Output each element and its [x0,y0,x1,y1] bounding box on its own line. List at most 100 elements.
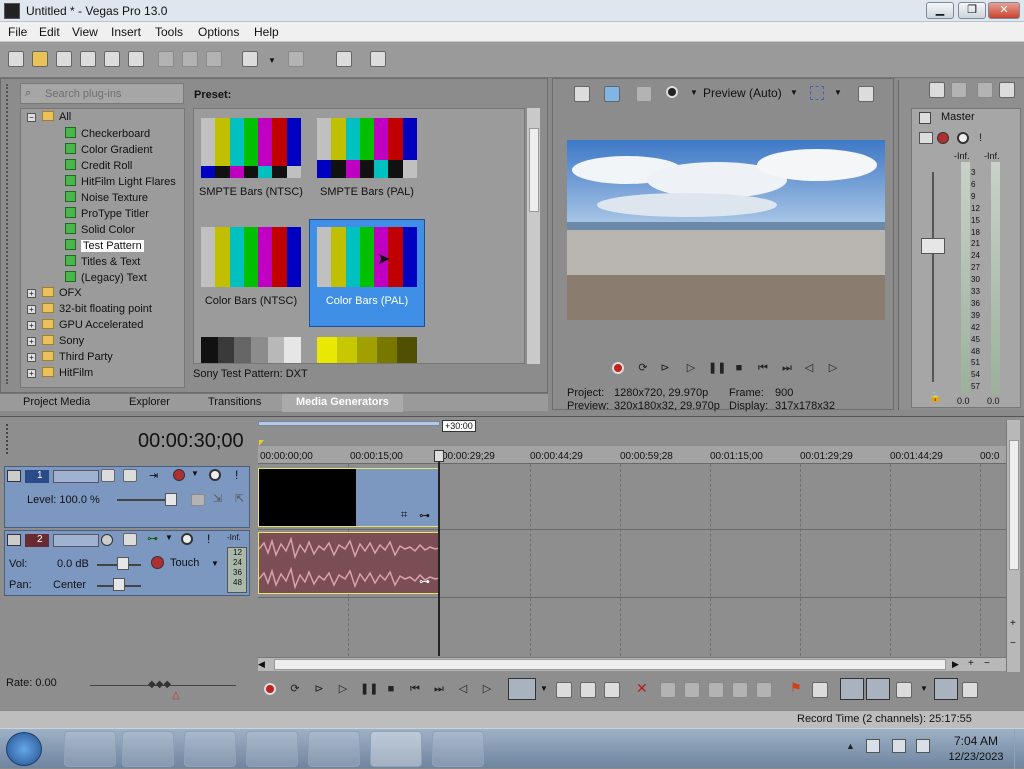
menu-insert[interactable]: Insert [111,25,141,39]
play-icon[interactable]: ▷ [684,362,698,375]
vegas-taskbar-icon[interactable] [370,731,422,767]
redo-icon[interactable] [288,51,304,67]
mute-icon[interactable] [209,469,221,481]
audio-fx-icon[interactable]: ⊶ [147,532,158,545]
tab-explorer[interactable]: Explorer [129,396,170,408]
insert-region-icon[interactable] [812,682,828,698]
file-explorer-icon[interactable] [122,731,174,767]
paste-icon[interactable] [206,51,222,67]
menu-view[interactable]: View [72,25,98,39]
vscroll-thumb[interactable] [1009,440,1019,570]
audio-event-fx-icon[interactable]: ⊶ [419,575,430,588]
tab-transitions[interactable]: Transitions [208,396,261,408]
collapse-icon[interactable]: − [27,113,36,122]
tree-folder-sony[interactable]: + Sony [27,335,84,351]
master-insert-icon[interactable] [919,132,933,144]
tree-item-generator[interactable]: Color Gradient [65,143,153,159]
expand-icon[interactable]: + [27,353,36,362]
tree-item-generator[interactable]: Noise Texture [65,191,148,207]
color-bars-pal-thumbnail[interactable] [317,227,417,287]
lock-icon[interactable]: 🔒 [929,392,941,403]
clean-icon[interactable] [336,51,352,67]
envelope-tool-icon[interactable] [556,682,572,698]
track-collapse-icon[interactable] [7,470,21,482]
master-solo-icon[interactable]: ! [979,132,982,144]
tree-folder-hitfilm[interactable]: + HitFilm [27,367,93,383]
new-icon[interactable] [8,51,24,67]
split-screen-icon[interactable] [636,86,652,102]
minimize-button[interactable]: ▁ [926,2,954,19]
solo-icon[interactable]: ! [235,468,238,482]
hzoom-in-icon[interactable]: + [968,658,974,669]
menu-edit[interactable]: Edit [39,25,60,39]
master-properties-icon[interactable] [929,82,945,98]
network-icon[interactable] [892,739,906,753]
track-fx-dropdown-icon[interactable]: ▼ [191,469,199,478]
expand-icon[interactable]: + [27,337,36,346]
save-icon[interactable] [56,51,72,67]
expand-icon[interactable]: + [27,305,36,314]
timeline-stop-icon[interactable]: ■ [384,683,398,696]
auto-ripple-icon[interactable] [896,682,912,698]
timeline-next-frame-icon[interactable]: ▷ [480,683,494,696]
tree-folder-ofx[interactable]: + OFX [27,287,82,303]
track-name-field[interactable] [53,534,99,547]
tree-item-all[interactable]: − All [27,111,71,127]
rate-slider-handle[interactable]: ◆◆◆ [148,679,171,690]
grey-ramp-thumbnail[interactable] [201,337,302,363]
chrome-icon[interactable] [246,731,298,767]
play-from-start-icon[interactable]: ⊳ [658,362,672,375]
mute-icon[interactable] [181,533,193,545]
internet-explorer-icon[interactable] [64,731,116,767]
record-icon[interactable] [612,362,624,374]
level-slider-handle[interactable] [165,493,177,506]
network-app-icon[interactable] [432,731,484,767]
timeline-play-icon[interactable]: ▷ [336,683,350,696]
invert-phase-icon[interactable] [123,533,137,546]
timeline-loop-icon[interactable]: ⟳ [288,683,302,696]
playhead-handle[interactable] [434,450,444,462]
lock-envelopes-icon[interactable] [934,678,958,700]
downmix-icon[interactable] [951,82,967,98]
copy-icon[interactable] [182,51,198,67]
audio-track-header[interactable]: 2 ⊶ ▼ ! Vol: 0.0 dB Touch ▼ Pan: Center … [4,530,250,596]
ignore-grouping-icon[interactable] [962,682,978,698]
timeline-go-to-start-icon[interactable]: ⏮ [408,683,422,696]
delete-icon[interactable]: ✕ [636,680,648,697]
undo-dropdown-icon[interactable]: ▼ [268,56,276,65]
time-ruler[interactable]: 00:00:00;00 00:00:15;00 00:00:29;29 00:0… [258,446,1006,464]
expand-icon[interactable]: + [27,289,36,298]
clock-time[interactable]: 7:04 AM [946,734,1006,748]
pause-icon[interactable]: ❚❚ [708,362,726,375]
tree-item-test-pattern[interactable]: Test Pattern [65,239,144,255]
expand-icon[interactable]: + [27,321,36,330]
arm-record-icon[interactable] [101,534,113,546]
smpte-ntsc-thumbnail[interactable] [201,118,301,166]
previous-frame-icon[interactable]: ◁ [802,362,816,375]
snapping-icon[interactable] [840,678,864,700]
tray-expand-icon[interactable]: ▲ [846,741,855,751]
tree-folder-third-party[interactable]: + Third Party [27,351,113,367]
video-track-header[interactable]: 1 ⇥ ▼ ! Level: 100.0 % ⇲ ⇱ [4,466,250,528]
menu-options[interactable]: Options [198,25,239,39]
maximize-button[interactable]: ❐ [958,2,986,19]
tab-media-generators[interactable]: Media Generators [282,394,403,412]
start-button-icon[interactable] [6,732,42,766]
event-pan-crop-icon[interactable]: ⌗ [401,509,407,522]
timeline-record-icon[interactable] [264,683,276,695]
track-collapse-icon[interactable] [7,534,21,546]
preview-properties-icon[interactable] [574,86,590,102]
dock-grip[interactable] [6,84,12,384]
preview-quality-dropdown[interactable]: Preview (Auto) [703,86,782,100]
master-fader-handle[interactable] [921,238,945,254]
master-mute-icon[interactable] [957,132,969,144]
go-to-start-icon[interactable]: ⏮ [756,362,770,375]
properties-icon[interactable] [128,51,144,67]
lock-event-icon[interactable] [756,682,772,698]
tree-item-generator[interactable]: Checkerboard [65,127,150,143]
scrollbar-thumb[interactable] [529,128,539,212]
fx-dropdown-icon[interactable]: ▼ [690,88,698,97]
clock-date[interactable]: 12/23/2023 [942,751,1010,763]
tree-item-generator[interactable]: Titles & Text [65,255,140,271]
render-icon[interactable] [104,51,120,67]
